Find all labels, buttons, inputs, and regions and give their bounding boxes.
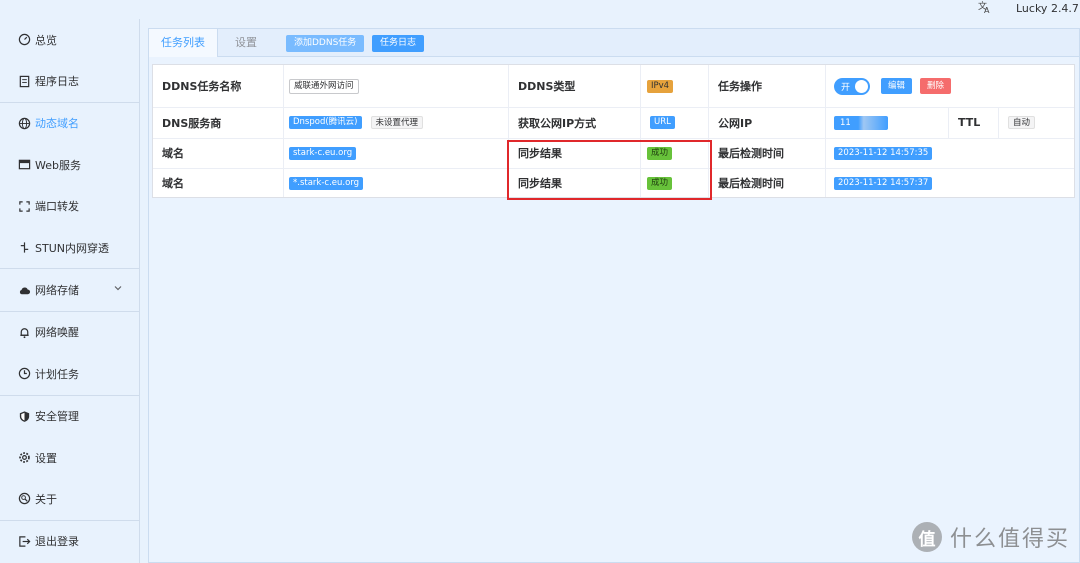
sidebar-item-label: 端口转发 <box>35 200 79 214</box>
sidebar-item-label: 退出登录 <box>35 535 79 549</box>
cloud-icon <box>17 283 31 297</box>
sidebar-item-web[interactable]: Web服务 <box>0 144 139 185</box>
ddns-type-badge: IPv4 <box>647 79 674 93</box>
watermark: 值 什么值得买 <box>912 521 1070 553</box>
col-divider <box>283 65 284 197</box>
tab-task-list[interactable]: 任务列表 <box>149 29 218 57</box>
about-icon <box>17 492 31 506</box>
ip-method-badge: URL <box>650 116 675 129</box>
last-check-header: 最后检测时间 <box>718 147 784 160</box>
toggle-label: 开 <box>841 82 851 93</box>
sidebar-item-settings[interactable]: 设置 <box>0 437 139 478</box>
chevron-down-icon[interactable] <box>113 283 123 293</box>
sidebar-item-wol[interactable]: 网络唤醒 <box>0 312 139 353</box>
col-divider <box>825 65 826 197</box>
ip-method-header: 获取公网IP方式 <box>518 116 597 130</box>
ttl-badge: 自动 <box>1008 116 1036 129</box>
edit-button[interactable]: 编辑 <box>881 78 913 94</box>
task-enable-toggle[interactable]: 开 <box>834 77 870 95</box>
main-panel: 任务列表 设置 添加DDNS任务 任务日志 DDNS任务名称 威联通外网访问 D… <box>148 28 1080 563</box>
sidebar-item-stun[interactable]: STUN内网穿透 <box>0 227 139 268</box>
sidebar: 总览 程序日志 动态域名 Web服务 端口转发 STUN内网穿透 网络存储 网络… <box>0 19 140 563</box>
col-divider <box>948 107 949 138</box>
dns-provider-badge: Dnspod(腾讯云) <box>289 116 362 129</box>
ttl-header: TTL <box>958 116 981 129</box>
task-log-button[interactable]: 任务日志 <box>372 35 425 52</box>
sync-result-highlight-box <box>507 140 712 200</box>
tab-settings[interactable]: 设置 <box>223 29 269 57</box>
sidebar-item-logs[interactable]: 程序日志 <box>0 60 139 101</box>
sidebar-item-security[interactable]: 安全管理 <box>0 396 139 437</box>
sidebar-item-label: 关于 <box>35 492 57 506</box>
stun-icon <box>17 241 31 255</box>
proxy-badge: 未设置代理 <box>370 116 424 129</box>
domain-header: 域名 <box>162 147 184 160</box>
toggle-knob <box>855 79 868 93</box>
col-divider <box>998 107 999 138</box>
sidebar-item-ddns[interactable]: 动态域名 <box>0 103 139 144</box>
task-name-header: DDNS任务名称 <box>162 80 242 93</box>
public-ip-value: 11 <box>834 115 888 130</box>
sidebar-item-label: Web服务 <box>35 158 81 172</box>
dashboard-icon <box>17 33 31 47</box>
last-check-badge: 2023-11-12 14:57:37 <box>834 176 933 190</box>
translate-icon[interactable]: 文A <box>978 0 992 19</box>
clock-icon <box>17 367 31 381</box>
sidebar-item-storage[interactable]: 网络存储 <box>0 269 139 310</box>
delete-button[interactable]: 删除 <box>920 78 952 94</box>
bell-icon <box>17 325 31 339</box>
sidebar-item-label: 动态域名 <box>35 117 79 131</box>
svg-text:A: A <box>984 6 990 14</box>
watermark-logo: 值 <box>912 522 942 552</box>
task-ops-header: 任务操作 <box>718 80 762 93</box>
last-check-badge: 2023-11-12 14:57:35 <box>834 146 933 160</box>
sidebar-item-logout[interactable]: 退出登录 <box>0 521 139 562</box>
sidebar-item-port-forward[interactable]: 端口转发 <box>0 186 139 227</box>
app-version: Lucky 2.4.7 <box>1016 2 1079 15</box>
dns-provider-header: DNS服务商 <box>162 116 222 130</box>
sidebar-item-label: 总览 <box>35 33 57 47</box>
log-icon <box>17 74 31 88</box>
domain-header: 域名 <box>162 177 184 190</box>
watermark-text: 什么值得买 <box>950 527 1071 552</box>
globe-icon <box>17 116 31 130</box>
top-bar: 文A Lucky 2.4.7 <box>0 0 1080 19</box>
web-icon <box>17 158 31 172</box>
sidebar-item-label: 设置 <box>35 451 57 465</box>
port-forward-icon <box>17 199 31 213</box>
domain-badge: stark-c.eu.org <box>289 146 357 160</box>
add-ddns-task-button[interactable]: 添加DDNS任务 <box>286 35 365 52</box>
sidebar-item-label: 网络存储 <box>35 284 79 298</box>
sidebar-item-label: 安全管理 <box>35 410 79 424</box>
gear-icon <box>17 451 31 465</box>
tab-bar: 任务列表 设置 添加DDNS任务 任务日志 <box>149 29 1079 57</box>
ddns-type-header: DDNS类型 <box>518 80 576 93</box>
last-check-header: 最后检测时间 <box>718 177 784 190</box>
sidebar-item-label: STUN内网穿透 <box>35 241 109 255</box>
sidebar-item-schedule[interactable]: 计划任务 <box>0 353 139 394</box>
sidebar-item-label: 程序日志 <box>35 75 79 89</box>
sidebar-item-label: 计划任务 <box>35 367 79 381</box>
public-ip-header: 公网IP <box>718 116 753 130</box>
sidebar-item-about[interactable]: 关于 <box>0 478 139 519</box>
shield-icon <box>17 409 31 423</box>
sidebar-item-label: 网络唤醒 <box>35 326 79 340</box>
logout-icon <box>17 534 31 548</box>
domain-badge: *.stark-c.eu.org <box>289 176 364 190</box>
task-name-value: 威联通外网访问 <box>289 78 359 94</box>
sidebar-item-overview[interactable]: 总览 <box>0 19 139 60</box>
